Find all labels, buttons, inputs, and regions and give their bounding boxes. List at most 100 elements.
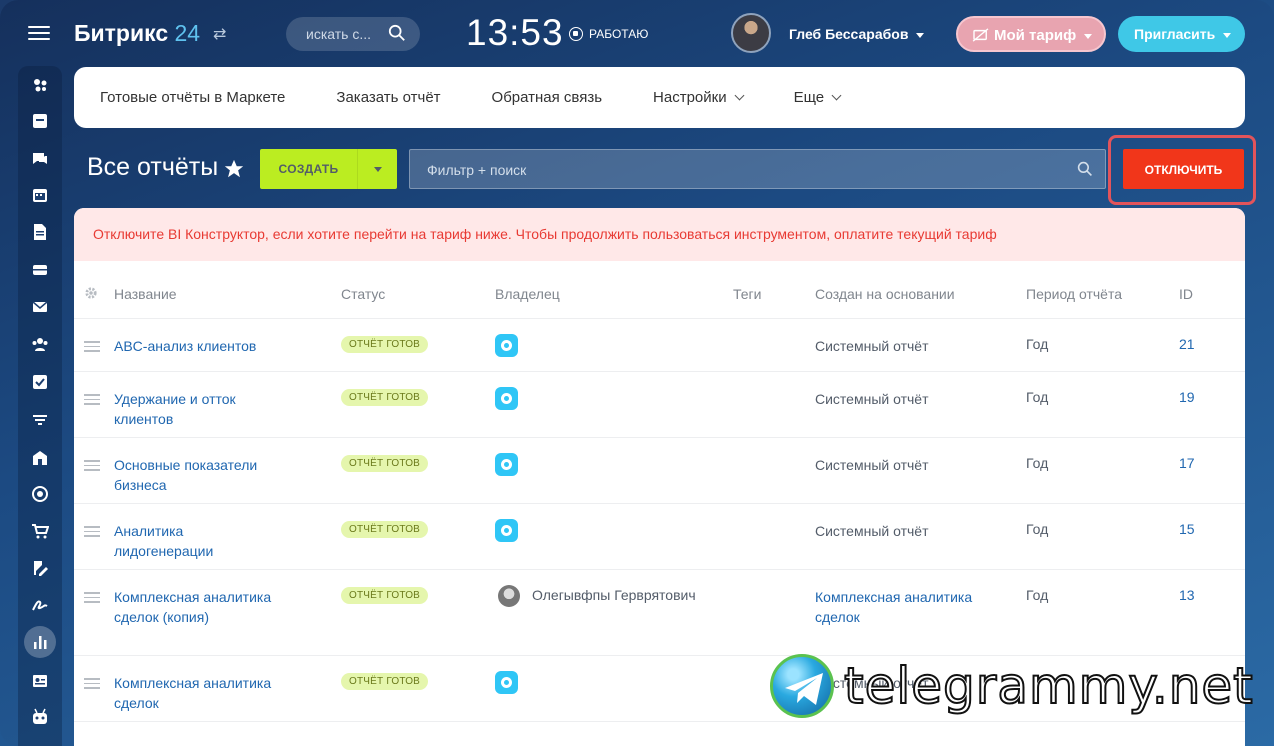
report-name[interactable]: ABC-анализ клиентов xyxy=(114,336,284,356)
gear-icon[interactable] xyxy=(84,286,98,300)
alert-message: Отключите BI Конструктор, если хотите пе… xyxy=(74,208,1245,261)
drag-handle-icon[interactable] xyxy=(84,460,100,474)
owner-name[interactable]: Олегывфпы Герврятович xyxy=(532,587,696,603)
tariff-label: Мой тариф xyxy=(994,27,1077,44)
left-nav xyxy=(18,66,62,746)
cart-icon[interactable] xyxy=(31,522,50,540)
table-row[interactable]: ABC-анализ клиентов ОТЧЁТ ГОТОВ Системны… xyxy=(74,319,1245,372)
search-icon[interactable] xyxy=(388,24,406,42)
menu-settings[interactable]: Настройки xyxy=(653,89,745,106)
based-on-link[interactable]: Комплексная аналитика сделок xyxy=(815,587,985,627)
menu-item-label: Готовые отчёты в Маркете xyxy=(100,89,286,106)
edit-off-icon xyxy=(972,28,989,42)
status-badge: ОТЧЁТ ГОТОВ xyxy=(341,587,429,604)
user-name: Глеб Бессарабов xyxy=(789,26,909,42)
contacts-icon[interactable] xyxy=(31,335,49,353)
header-search[interactable]: искать с... xyxy=(286,17,420,51)
owner-avatar[interactable] xyxy=(498,585,520,607)
drive-icon[interactable] xyxy=(31,261,49,279)
create-button[interactable]: СОЗДАТЬ xyxy=(260,149,397,189)
drag-handle-icon[interactable] xyxy=(84,341,100,355)
based-on: Системный отчёт xyxy=(815,457,929,473)
drag-handle-icon[interactable] xyxy=(84,394,100,408)
menu-item-label: Настройки xyxy=(653,89,727,106)
star-icon[interactable] xyxy=(223,158,245,180)
filter-placeholder: Фильтр + поиск xyxy=(427,162,527,178)
create-dropdown[interactable] xyxy=(357,149,397,189)
app-window: Битрикс 24 ⇄ искать с... 13:53 РАБОТАЮ Г… xyxy=(0,0,1274,746)
column-period[interactable]: Период отчёта xyxy=(1026,286,1122,302)
calendar-icon[interactable] xyxy=(31,186,49,204)
filter-icon[interactable] xyxy=(31,411,49,429)
search-icon[interactable] xyxy=(1077,161,1093,177)
avatar[interactable] xyxy=(731,13,771,53)
top-bar: Битрикс 24 ⇄ искать с... 13:53 РАБОТАЮ Г… xyxy=(0,0,1274,66)
switch-icon[interactable]: ⇄ xyxy=(213,24,226,44)
telegram-logo-icon xyxy=(770,654,834,718)
report-id[interactable]: 13 xyxy=(1179,587,1195,603)
menu-item-label: Еще xyxy=(793,89,825,106)
work-status[interactable]: РАБОТАЮ xyxy=(569,27,648,41)
stop-icon xyxy=(569,27,583,41)
system-owner-icon xyxy=(495,334,518,357)
report-name[interactable]: Комплексная аналитика сделок xyxy=(114,673,284,713)
drag-handle-icon[interactable] xyxy=(84,526,100,540)
column-id[interactable]: ID xyxy=(1179,286,1193,302)
target-icon[interactable] xyxy=(31,485,49,503)
report-id[interactable]: 17 xyxy=(1179,455,1195,471)
menu-market-reports[interactable]: Готовые отчёты в Маркете xyxy=(100,89,285,106)
menu-icon[interactable] xyxy=(28,22,50,44)
report-id[interactable]: 21 xyxy=(1179,336,1195,352)
table-row[interactable]: Удержание и отток клиентов ОТЧЁТ ГОТОВ С… xyxy=(74,372,1245,438)
report-name[interactable]: Аналитика лидогенерации xyxy=(114,521,284,561)
drag-handle-icon[interactable] xyxy=(84,678,100,692)
report-id[interactable]: 15 xyxy=(1179,521,1195,537)
bot-icon[interactable] xyxy=(31,708,49,726)
column-based-on[interactable]: Создан на основании xyxy=(815,286,955,302)
menu-item-label: Заказать отчёт xyxy=(336,89,441,106)
table-row[interactable]: Аналитика лидогенерации ОТЧЁТ ГОТОВ Сист… xyxy=(74,504,1245,570)
system-owner-icon xyxy=(495,387,518,410)
report-name[interactable]: Комплексная аналитика сделок (копия) xyxy=(114,587,274,627)
document-icon[interactable] xyxy=(31,223,49,241)
analytics-icon[interactable] xyxy=(24,626,56,658)
chevron-down-icon xyxy=(734,90,745,101)
checkbox-icon[interactable] xyxy=(31,373,49,391)
watermark-text: telegrammy.net xyxy=(843,656,1254,716)
status-badge: ОТЧЁТ ГОТОВ xyxy=(341,521,429,538)
column-status[interactable]: Статус xyxy=(341,286,385,302)
based-on: Системный отчёт xyxy=(815,523,929,539)
report-name[interactable]: Основные показатели бизнеса xyxy=(114,455,284,495)
store-icon[interactable] xyxy=(31,449,49,467)
tariff-button[interactable]: Мой тариф xyxy=(956,16,1106,52)
user-menu[interactable]: Глеб Бессарабов xyxy=(789,26,925,42)
menu-order-report[interactable]: Заказать отчёт xyxy=(336,89,440,106)
report-name[interactable]: Удержание и отток клиентов xyxy=(114,389,284,429)
column-tags[interactable]: Теги xyxy=(733,286,761,302)
signature-icon[interactable] xyxy=(31,596,49,614)
chevron-down-icon xyxy=(916,32,925,38)
mail-icon[interactable] xyxy=(31,298,49,316)
based-on: Системный отчёт xyxy=(815,391,929,407)
filter-search-input[interactable]: Фильтр + поиск xyxy=(409,149,1106,189)
chevron-down-icon xyxy=(1084,33,1093,39)
based-on: Системный отчёт xyxy=(815,338,929,354)
column-name[interactable]: Название xyxy=(114,286,177,302)
table-header: Название Статус Владелец Теги Создан на … xyxy=(74,261,1245,319)
logo[interactable]: Битрикс 24 xyxy=(74,20,200,47)
report-id[interactable]: 19 xyxy=(1179,389,1195,405)
table-row[interactable]: Основные показатели бизнеса ОТЧЁТ ГОТОВ … xyxy=(74,438,1245,504)
column-owner[interactable]: Владелец xyxy=(495,286,560,302)
table-row[interactable]: Комплексная аналитика сделок (копия) ОТЧ… xyxy=(74,570,1245,656)
drag-handle-icon[interactable] xyxy=(84,592,100,606)
invite-label: Пригласить xyxy=(1134,26,1216,42)
menu-more[interactable]: Еще xyxy=(793,89,842,106)
invite-button[interactable]: Пригласить xyxy=(1118,16,1245,52)
chat-icon[interactable] xyxy=(31,150,49,168)
feed-icon[interactable] xyxy=(31,76,49,94)
disable-button[interactable]: ОТКЛЮЧИТЬ xyxy=(1123,149,1244,189)
tasks-icon[interactable] xyxy=(31,112,49,130)
id-card-icon[interactable] xyxy=(31,672,49,690)
edit-icon[interactable] xyxy=(31,559,49,577)
menu-feedback[interactable]: Обратная связь xyxy=(492,89,603,106)
